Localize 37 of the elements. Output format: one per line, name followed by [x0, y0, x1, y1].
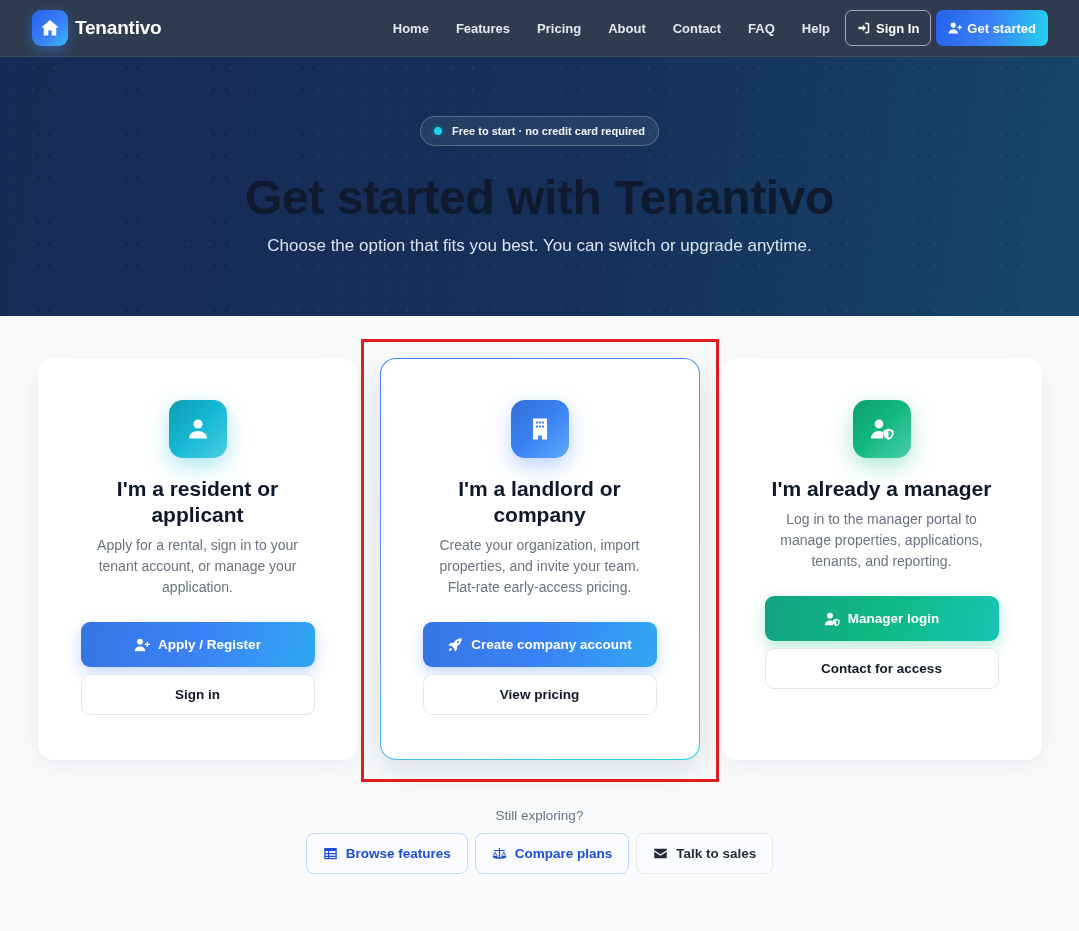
nav-link[interactable]: Contact	[672, 20, 722, 36]
user-plus-icon	[948, 21, 963, 35]
status-dot-icon	[430, 124, 445, 138]
card-title: I'm a landlord or company	[457, 476, 622, 528]
sign-in-button[interactable]: Sign In	[845, 10, 932, 46]
get-started-button[interactable]: Get started	[936, 10, 1048, 46]
talk-to-sales-button[interactable]: Talk to sales	[636, 833, 774, 874]
compare-plans-button[interactable]: Compare plans	[474, 833, 630, 874]
user-plus-icon	[134, 636, 151, 653]
brand-name[interactable]: Tenantivo	[75, 17, 162, 39]
nav-link[interactable]: Pricing	[537, 20, 582, 36]
view-pricing-button[interactable]: View pricing	[422, 674, 657, 715]
nav-link[interactable]: FAQ	[748, 20, 775, 36]
scale-icon	[491, 846, 507, 861]
sign-in-button[interactable]: Sign in	[80, 674, 315, 715]
card-title: I'm a resident or applicant	[115, 476, 280, 528]
badge-label: Free to start · no credit card required	[451, 125, 646, 137]
nav-link[interactable]: Help	[801, 20, 830, 36]
user-shield-icon	[823, 610, 840, 627]
rocket-icon	[447, 636, 464, 653]
card-description: Log in to the manager portal to manage properties, applications, tenants, and reporting.	[779, 510, 984, 571]
mail-icon	[653, 846, 669, 861]
contact-access-button[interactable]: Contact for access	[764, 648, 999, 689]
nav-link[interactable]: Features	[455, 20, 511, 36]
browse-features-button[interactable]: Browse features	[305, 833, 468, 874]
create-account-button[interactable]: Create company account	[422, 622, 657, 667]
table-icon	[322, 846, 338, 861]
nav-link[interactable]: About	[608, 20, 646, 36]
card-description: Apply for a rental, sign in to your tenant account, or manage your application.	[96, 536, 299, 597]
house-icon[interactable]	[32, 10, 68, 46]
card-title: I'm already a manager	[771, 476, 992, 502]
apply-register-button[interactable]: Apply / Register	[80, 622, 315, 667]
hero-subtitle: Choose the option that fits you best. You can switch or upgrade anytime.	[267, 235, 812, 257]
explore-prompt: Still exploring?	[495, 807, 584, 824]
card-description: Create your organization, import properties, and invite your team. Flat-rate early-access pricing.	[438, 536, 641, 597]
sign-in-icon	[857, 21, 871, 35]
nav-link[interactable]: Home	[392, 20, 429, 36]
